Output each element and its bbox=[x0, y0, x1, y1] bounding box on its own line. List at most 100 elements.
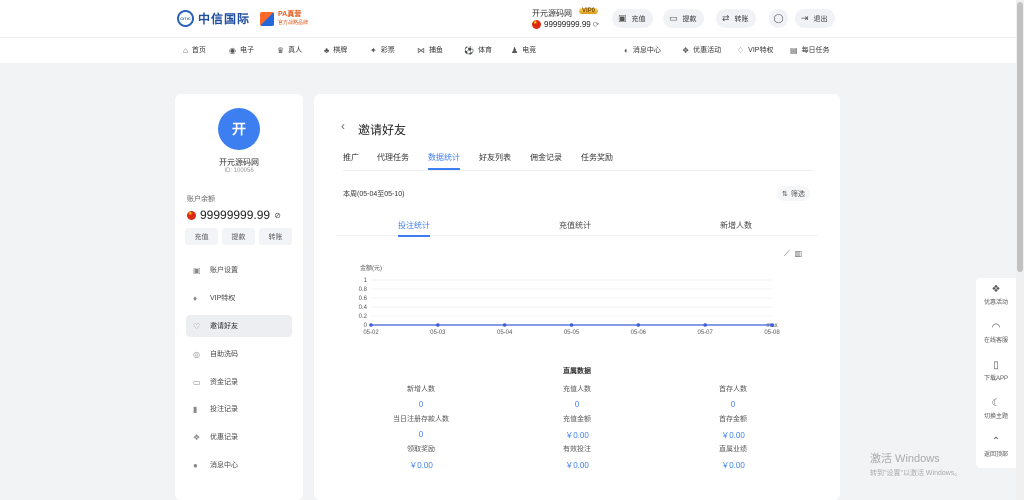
tab-data-stats[interactable]: 数据统计 bbox=[428, 152, 460, 170]
data-point bbox=[569, 323, 574, 327]
float-back-to-top[interactable]: ⌃ 返回顶部 bbox=[976, 436, 1016, 458]
logo-text: 中信国际 bbox=[198, 12, 251, 26]
eye-hide-icon[interactable]: ⊘ bbox=[274, 211, 281, 220]
x-tick-label: 05-04 bbox=[497, 330, 513, 336]
bar-chart-icon[interactable]: ▥ bbox=[795, 249, 803, 259]
gift-icon: ❖ bbox=[991, 284, 1001, 295]
nav-item-daily-tasks[interactable]: ▤ 每日任务 bbox=[790, 45, 830, 55]
stat-same-day-register-deposit: 当日注册存款人数 0 bbox=[393, 416, 449, 439]
cards-icon: ♣ bbox=[324, 45, 330, 55]
nav-item-lottery[interactable]: ✦ 彩票 bbox=[370, 45, 395, 55]
chat-icon: ● bbox=[193, 460, 198, 470]
partner-title: PA真营 bbox=[278, 11, 302, 18]
subtab-bet-stats[interactable]: 投注统计 bbox=[398, 220, 430, 237]
deposit-button[interactable]: ▣ 充值 bbox=[612, 9, 653, 28]
transfer-icon: ⇄ bbox=[722, 13, 730, 23]
header-balance: 99999999.99 bbox=[544, 20, 591, 29]
stat-deposit-amount: 充值金额 ￥0.00 bbox=[563, 416, 591, 440]
gift-icon: ❖ bbox=[193, 432, 201, 442]
x-tick-label: 05-08 bbox=[764, 330, 780, 336]
filter-button[interactable]: ⇅ 筛选 bbox=[777, 186, 810, 201]
clipboard-icon: ▮ bbox=[193, 404, 198, 414]
week-range: 本周(05-04至05-10) bbox=[343, 191, 405, 198]
transfer-button[interactable]: ⇄ 转账 bbox=[716, 9, 756, 28]
lottery-icon: ✦ bbox=[370, 45, 377, 55]
float-online-support[interactable]: ◠ 在线客服 bbox=[976, 322, 1016, 344]
tab-friend-list[interactable]: 好友列表 bbox=[479, 152, 511, 163]
data-point bbox=[770, 323, 774, 327]
nav-item-esports[interactable]: ♟ 电竞 bbox=[511, 45, 536, 55]
scrollbar-thumb[interactable] bbox=[1017, 2, 1023, 272]
x-tick-label: 05-05 bbox=[564, 330, 580, 336]
data-point bbox=[436, 323, 440, 327]
moon-icon: ☾ bbox=[991, 398, 1001, 409]
nav-item-vip[interactable]: ♢ VIP特权 bbox=[737, 45, 773, 55]
nav-item-fishing[interactable]: ⋈ 捕鱼 bbox=[417, 45, 443, 55]
sidebar-deposit-button[interactable]: 充值 bbox=[185, 228, 218, 245]
nav-item-slots[interactable]: ◉ 电子 bbox=[229, 45, 254, 55]
sidebar-username: 开元源码网 bbox=[219, 158, 259, 167]
subtab-deposit-stats[interactable]: 充值统计 bbox=[559, 220, 591, 231]
sidebar-user-id: ID: 100056 bbox=[224, 168, 254, 174]
refresh-icon[interactable]: ⟳ bbox=[593, 20, 600, 29]
sidebar-balance: 99999999.99 bbox=[200, 208, 271, 222]
logout-icon: ⇥ bbox=[801, 13, 809, 23]
tab-commission-records[interactable]: 佣金记录 bbox=[530, 152, 562, 163]
balance-label: 账户余额 bbox=[187, 196, 215, 203]
float-switch-theme[interactable]: ☾ 切换主题 bbox=[976, 398, 1016, 420]
sidebar-item-vip[interactable]: ♦ VIP特权 bbox=[186, 287, 292, 309]
sidebar-item-self-rebate[interactable]: ◎ 自助洗码 bbox=[186, 343, 292, 365]
logo-seal-icon: CITIC bbox=[177, 10, 194, 27]
nav-item-live[interactable]: ♛ 真人 bbox=[277, 45, 302, 55]
tab-promote[interactable]: 推广 bbox=[343, 152, 359, 163]
tab-task-rewards[interactable]: 任务奖励 bbox=[581, 152, 613, 163]
direct-data-title: 直属数据 bbox=[563, 368, 591, 375]
wallet-icon: ▣ bbox=[618, 13, 627, 23]
profile-button[interactable]: ◯ bbox=[769, 9, 788, 28]
stat-first-deposit-amount: 首存金额 ￥0.00 bbox=[719, 416, 747, 440]
account-sidebar: 开 开元源码网 ID: 100056 账户余额 99999999.99 ⊘ 充值… bbox=[175, 94, 303, 500]
sidebar-item-promo-records[interactable]: ❖ 优惠记录 bbox=[186, 426, 292, 448]
headset-icon: ◠ bbox=[991, 322, 1001, 333]
nav-item-promotions[interactable]: ❖ 优惠活动 bbox=[682, 45, 721, 55]
main-tabs: 推广 代理任务 数据统计 好友列表 佣金记录 任务奖励 bbox=[343, 152, 813, 171]
y-tick-label: 0.2 bbox=[359, 314, 368, 320]
sidebar-item-messages[interactable]: ● 消息中心 bbox=[186, 454, 292, 476]
nav-item-cards[interactable]: ♣ 棋牌 bbox=[324, 45, 347, 55]
back-chevron-icon[interactable]: ‹ bbox=[341, 119, 345, 133]
chevron-up-icon: ⌃ bbox=[991, 436, 1001, 447]
bet-stats-line-chart: 金额(元) 0 0.2 0.4 0.6 0.8 1 05-02 05-03 05-04 05-05 0… bbox=[359, 264, 781, 336]
stat-valid-bets: 有效投注 ￥0.00 bbox=[563, 446, 591, 470]
nav-item-messages[interactable]: ◐ 消息中心 bbox=[624, 45, 661, 55]
stat-deposit-users: 充值人数 0 bbox=[563, 386, 591, 409]
vip-badge: VIP0 bbox=[579, 8, 599, 14]
sidebar-item-account-settings[interactable]: ▣ 账户设置 bbox=[186, 259, 292, 281]
withdraw-button[interactable]: ▭ 提款 bbox=[663, 9, 704, 28]
chat-icon: ◐ bbox=[624, 45, 629, 55]
cny-flag-icon bbox=[187, 210, 196, 220]
data-point bbox=[636, 323, 641, 327]
nav-item-sports[interactable]: ⚽ 体育 bbox=[464, 45, 492, 55]
tab-agent-tasks[interactable]: 代理任务 bbox=[377, 152, 409, 163]
sidebar-withdraw-button[interactable]: 提款 bbox=[222, 228, 255, 245]
id-card-icon: ▣ bbox=[193, 265, 201, 275]
float-download-app[interactable]: ▯ 下载APP bbox=[976, 360, 1016, 382]
subtab-new-users[interactable]: 新增人数 bbox=[720, 220, 752, 231]
user-summary: 开元源码网 VIP0 99999999.99 ⟳ bbox=[532, 8, 608, 29]
sidebar-item-fund-records[interactable]: ▭ 资金记录 bbox=[186, 371, 292, 393]
y-tick-label: 1 bbox=[364, 278, 368, 284]
sidebar-item-invite-friends[interactable]: ♡ 邀请好友 bbox=[186, 315, 292, 337]
vip-icon: ♢ bbox=[737, 45, 745, 55]
brand-logo[interactable]: CITIC 中信国际 bbox=[177, 10, 250, 27]
refresh-icon: ◎ bbox=[193, 349, 200, 359]
avatar[interactable]: 开 bbox=[218, 108, 260, 150]
esports-icon: ♟ bbox=[511, 45, 519, 55]
sidebar-item-bet-records[interactable]: ▮ 投注记录 bbox=[186, 398, 292, 420]
y-tick-label: 0.8 bbox=[359, 287, 368, 293]
float-promotions[interactable]: ❖ 优惠活动 bbox=[976, 284, 1016, 306]
nav-item-home[interactable]: ⌂ 首页 bbox=[183, 45, 206, 55]
card-icon: ▭ bbox=[669, 13, 678, 23]
sidebar-transfer-button[interactable]: 转账 bbox=[259, 228, 292, 245]
logout-button[interactable]: ⇥ 退出 bbox=[795, 9, 835, 28]
y-tick-label: 0 bbox=[364, 323, 368, 329]
